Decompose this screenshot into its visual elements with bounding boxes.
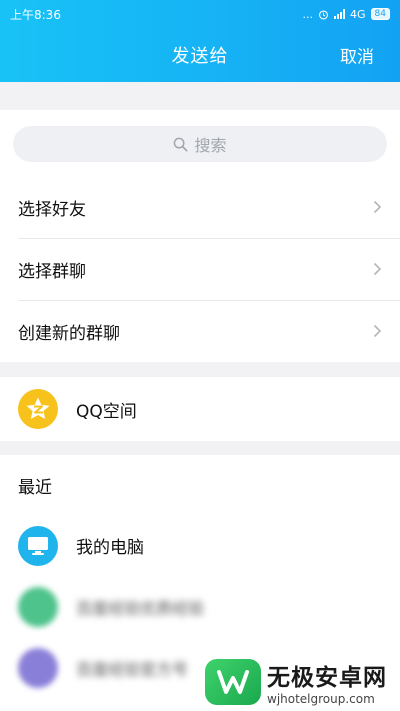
contact-my-computer[interactable]: 我的电脑 bbox=[0, 515, 400, 576]
qzone-item[interactable]: QQ空间 bbox=[0, 377, 400, 441]
battery-icon: 84 bbox=[370, 8, 390, 20]
chevron-right-icon bbox=[373, 262, 382, 276]
notification-dots: ... bbox=[302, 7, 314, 21]
watermark-url: wjhotelgroup.com bbox=[267, 691, 375, 706]
qzone-label: QQ空间 bbox=[76, 401, 137, 422]
menu-item-label: 创建新的群聊 bbox=[18, 323, 120, 344]
menu-item-label: 选择好友 bbox=[18, 199, 86, 220]
search-icon bbox=[174, 137, 188, 151]
page-title: 发送给 bbox=[171, 46, 229, 67]
watermark-text: 无极安卓网 wjhotelgroup.com bbox=[267, 658, 387, 706]
status-icons: ... 4G 84 bbox=[303, 8, 390, 21]
status-bar: 上午8:36 ... 4G 84 bbox=[0, 0, 400, 28]
avatar bbox=[18, 647, 58, 688]
create-group-item[interactable]: 创建新的群聊 bbox=[0, 300, 400, 362]
signal-icon bbox=[334, 9, 346, 19]
search-area: 搜索 bbox=[0, 110, 400, 176]
status-time: 上午8:36 bbox=[10, 7, 61, 22]
watermark-logo-icon bbox=[205, 658, 261, 705]
cancel-button[interactable]: 取消 bbox=[340, 43, 374, 68]
nav-bar: 发送给 取消 bbox=[0, 28, 400, 82]
select-group-item[interactable]: 选择群聊 bbox=[0, 238, 400, 300]
watermark-title: 无极安卓网 bbox=[267, 664, 387, 691]
header: 上午8:36 ... 4G 84 发送给 取消 bbox=[0, 0, 400, 82]
watermark: 无极安卓网 wjhotelgroup.com bbox=[205, 652, 400, 711]
contact-blurred-1[interactable]: 百度经验优质经验 bbox=[0, 576, 400, 637]
menu-list: 选择好友 选择群聊 创建新的群聊 bbox=[0, 176, 400, 362]
network-type: 4G bbox=[350, 7, 366, 21]
computer-icon bbox=[18, 525, 58, 566]
chevron-right-icon bbox=[373, 324, 382, 338]
avatar bbox=[18, 586, 58, 627]
menu-item-label: 选择群聊 bbox=[18, 261, 86, 282]
contact-name: 我的电脑 bbox=[76, 538, 144, 558]
qzone-icon bbox=[18, 389, 58, 429]
contact-name: 百度经验优质经验 bbox=[76, 598, 205, 618]
select-friend-item[interactable]: 选择好友 bbox=[0, 176, 400, 238]
search-input[interactable]: 搜索 bbox=[13, 126, 387, 162]
chevron-right-icon bbox=[373, 200, 382, 214]
alarm-icon bbox=[319, 9, 329, 19]
contact-name: 百度经验官方号 bbox=[76, 659, 189, 679]
recent-title: 最近 bbox=[18, 477, 52, 498]
search-placeholder: 搜索 bbox=[194, 136, 227, 155]
